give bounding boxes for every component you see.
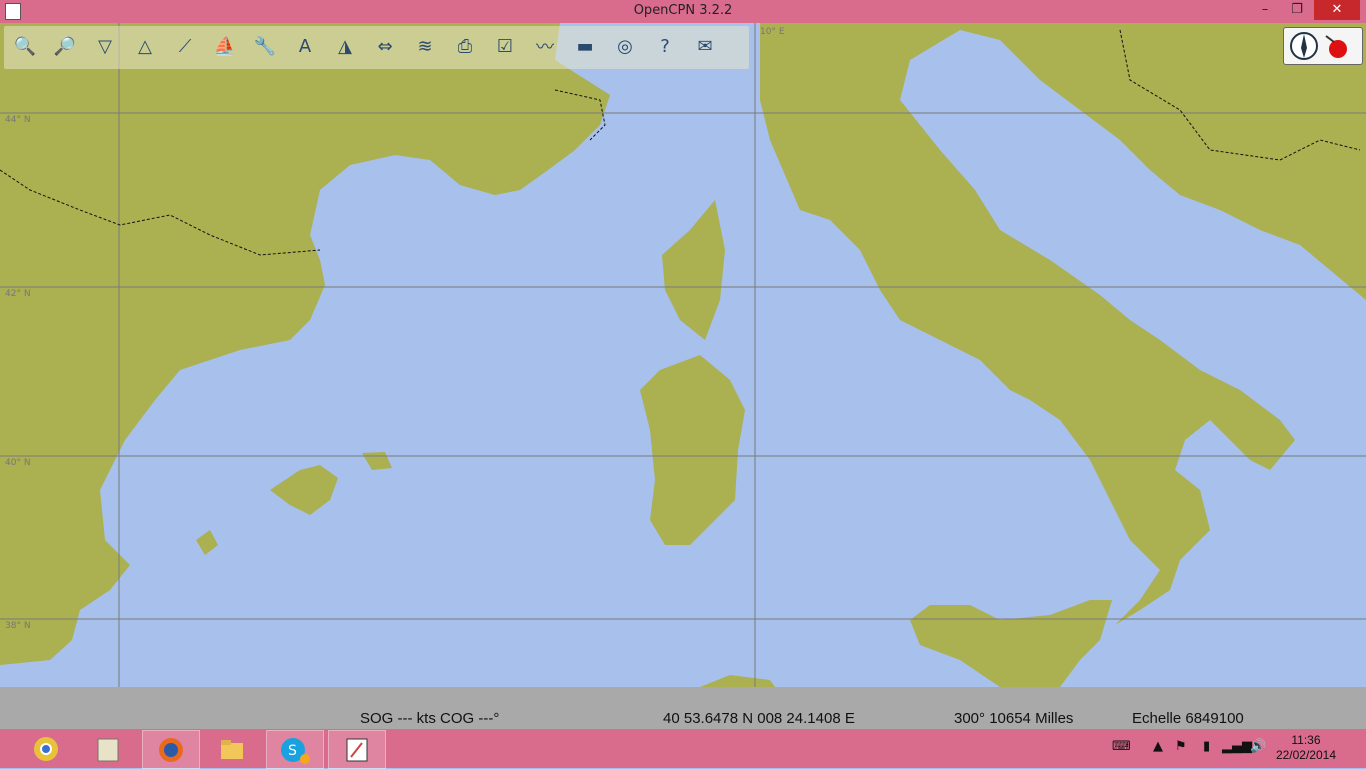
chart-map xyxy=(0,23,1366,687)
maximize-button[interactable]: ❐ xyxy=(1282,0,1312,20)
keyboard-icon[interactable]: ⌨ xyxy=(1112,739,1131,754)
clock-date: 22/02/2014 xyxy=(1275,748,1336,762)
text-tool-button[interactable]: A xyxy=(290,31,320,61)
taskbar-opencpn[interactable] xyxy=(328,730,386,769)
man-overboard-tool-button[interactable]: ◎ xyxy=(610,31,640,61)
show-hidden-icons-icon[interactable]: ▲ xyxy=(1153,739,1163,754)
currents-icon: ◮ xyxy=(338,35,352,57)
settings-tool-button[interactable]: 🔧 xyxy=(250,31,280,61)
bearing-distance-text: 300° 10654 Milles xyxy=(954,710,1074,727)
man-overboard-icon: ◎ xyxy=(617,35,633,57)
color-scheme-tool-button[interactable]: ▬ xyxy=(570,31,600,61)
about-icon: ✉ xyxy=(697,35,713,57)
taskbar-skype[interactable]: S xyxy=(266,730,324,769)
taskbar-clock[interactable]: 11:36 22/02/2014 xyxy=(1276,733,1336,763)
currents-tool-button[interactable]: ◮ xyxy=(330,31,360,61)
windows-taskbar: S ⌨ ▲ ⚑ ▮ ▂▄▆ 🔊 11:36 22/02/2014 xyxy=(0,729,1366,769)
tides-tool-button[interactable]: ⇔ xyxy=(370,31,400,61)
main-toolbar: 🔍 🔎 ▽ △ ⟋ ⛵ 🔧 A ◮ ⇔ ≋ ⎙ ☑ 〰 ▬ ◎? ✉ xyxy=(4,26,749,69)
follow-ship-icon: ⛵ xyxy=(213,35,237,57)
tide-station-icon: ≋ xyxy=(417,35,433,57)
help-tool-button[interactable]: ? xyxy=(650,31,680,61)
firefox-icon xyxy=(159,737,183,762)
scale-down-tool-button[interactable]: △ xyxy=(130,31,160,61)
window-title: OpenCPN 3.2.2 xyxy=(633,3,733,18)
window-titlebar: OpenCPN 3.2.2 – ❐ ✕ xyxy=(0,0,1366,23)
sog-cog-text: SOG --- kts COG ---° xyxy=(360,710,500,727)
route-icon: ⟋ xyxy=(178,35,192,57)
lat-label-42: 42° N xyxy=(5,289,31,299)
track-icon: 〰 xyxy=(536,37,554,58)
scale-text: Echelle 6849100 xyxy=(1132,710,1244,727)
clock-time: 11:36 xyxy=(1291,733,1321,747)
skype-icon: S xyxy=(281,737,310,764)
lat-label-40: 40° N xyxy=(5,458,31,468)
scale-down-icon: △ xyxy=(138,35,152,57)
taskbar-firefox[interactable] xyxy=(142,730,200,769)
text-icon: A xyxy=(298,35,312,57)
tides-icon: ⇔ xyxy=(377,35,393,57)
status-bar: SOG --- kts COG ---° 40 53.6478 N 008 24… xyxy=(0,709,1366,729)
lat-label-38: 38° N xyxy=(5,621,31,631)
battery-icon[interactable]: ▮ xyxy=(1203,739,1210,754)
zoom-out-icon: 🔎 xyxy=(53,35,77,57)
zoom-in-icon: 🔍 xyxy=(13,35,37,57)
chrome-icon xyxy=(34,736,58,761)
track-tool-button[interactable]: 〰 xyxy=(530,31,560,61)
about-tool-button[interactable]: ✉ xyxy=(690,31,720,61)
taskbar-explorer[interactable] xyxy=(204,730,260,767)
chart-canvas[interactable]: 44° N 42° N 40° N 38° N 10° E xyxy=(0,23,1366,687)
compass-icon xyxy=(1290,32,1347,60)
print-icon: ⎙ xyxy=(457,35,473,57)
lon-label-10e: 10° E xyxy=(760,27,785,37)
route-tool-button[interactable]: ⟋ xyxy=(170,31,200,61)
minimize-button[interactable]: – xyxy=(1250,0,1280,20)
scale-up-icon: ▽ xyxy=(98,35,112,57)
taskbar-chrome[interactable] xyxy=(18,730,74,767)
tide-station-tool-button[interactable]: ≋ xyxy=(410,31,440,61)
help-icon: ? xyxy=(660,35,670,57)
compass-widget[interactable] xyxy=(1283,27,1363,65)
taskbar-papers[interactable] xyxy=(80,730,136,767)
opencpn-icon xyxy=(346,738,368,761)
chart-bar xyxy=(0,687,1366,709)
route-manager-icon: ☑ xyxy=(496,35,514,57)
volume-icon[interactable]: 🔊 xyxy=(1250,739,1266,754)
zoom-out-tool-button[interactable]: 🔎 xyxy=(50,31,80,61)
zoom-in-tool-button[interactable]: 🔍 xyxy=(10,31,40,61)
svg-text:S: S xyxy=(288,743,297,759)
route-manager-tool-button[interactable]: ☑ xyxy=(490,31,520,61)
print-tool-button[interactable]: ⎙ xyxy=(450,31,480,61)
scale-up-tool-button[interactable]: ▽ xyxy=(90,31,120,61)
action-center-icon[interactable]: ⚑ xyxy=(1175,739,1187,754)
lat-label-44: 44° N xyxy=(5,115,31,125)
cursor-position-text: 40 53.6478 N 008 24.1408 E xyxy=(663,710,855,727)
close-button[interactable]: ✕ xyxy=(1314,0,1360,20)
color-scheme-icon: ▬ xyxy=(576,35,594,57)
folder-icon xyxy=(221,739,243,759)
settings-icon: 🔧 xyxy=(253,35,277,57)
papers-icon xyxy=(97,738,119,761)
signal-icon[interactable]: ▂▄▆ xyxy=(1222,739,1252,754)
follow-ship-tool-button[interactable]: ⛵ xyxy=(210,31,240,61)
